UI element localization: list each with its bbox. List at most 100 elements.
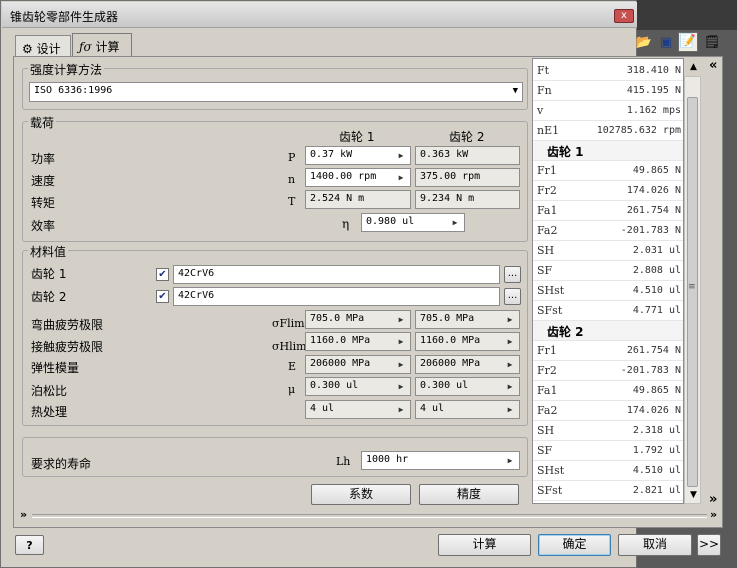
result-section-header[interactable]: 齿轮 1 — [533, 141, 683, 161]
factors-button[interactable]: 系数 — [311, 484, 411, 505]
result-row: Ft 318.410 N — [533, 61, 683, 81]
result-row: SFst 2.821 ul — [533, 481, 683, 501]
results-scrollbar[interactable]: ≡ — [684, 76, 701, 504]
arrow-right-icon[interactable]: ▶ — [393, 379, 409, 394]
required-life-input[interactable]: 1000 hr ▶ — [361, 451, 520, 470]
material-gear2-input[interactable]: 42CrV6 — [173, 287, 500, 306]
contact-limit-gear2-field[interactable]: 1160.0 MPa ▶ — [415, 332, 520, 351]
result-row: SH 2.318 ul — [533, 421, 683, 441]
arrow-right-icon[interactable]: ▶ — [393, 148, 409, 163]
poisson-label: 泊松比 — [31, 384, 68, 398]
loads-title: 载荷 — [28, 114, 57, 131]
scroll-up-icon[interactable]: ▲ — [690, 62, 697, 72]
result-name: SFst — [537, 304, 563, 317]
result-value: 174.026 N — [626, 405, 681, 416]
help-button[interactable]: ? — [15, 535, 44, 555]
result-section-header[interactable]: 齿轮 2 — [533, 321, 683, 341]
poisson-gear1-value: 0.300 ul — [310, 380, 359, 391]
result-name: Fr1 — [537, 344, 557, 357]
material-gear1-checkbox[interactable]: ✔ — [156, 268, 169, 281]
result-row: Fr2 174.026 N — [533, 181, 683, 201]
result-name: Fa2 — [537, 404, 558, 417]
material-gear2-label: 齿轮 2 — [31, 290, 67, 304]
scroll-down-icon[interactable]: ▼ — [690, 490, 697, 500]
title-bar[interactable]: 锥齿轮零部件生成器 x — [2, 2, 637, 28]
chevron-down-icon[interactable]: » — [20, 508, 27, 521]
materials-title: 材料值 — [28, 243, 69, 260]
torque-gear1-value: 2.524 N m — [310, 193, 365, 204]
contact-limit-gear1-field[interactable]: 1160.0 MPa ▶ — [305, 332, 411, 351]
tab-design[interactable]: ⚙ 设计 — [15, 35, 71, 57]
calculate-button[interactable]: 计算 — [438, 534, 531, 556]
elastic-modulus-gear1-field[interactable]: 206000 MPa ▶ — [305, 355, 411, 374]
poisson-symbol: μ — [288, 383, 296, 396]
scrollbar-thumb[interactable] — [687, 97, 698, 487]
poisson-gear1-field[interactable]: 0.300 ul ▶ — [305, 377, 411, 396]
efficiency-input[interactable]: 0.980 ul ▶ — [361, 213, 465, 232]
arrow-right-icon[interactable]: ▶ — [393, 334, 409, 349]
arrow-right-icon[interactable]: ▶ — [393, 357, 409, 372]
result-row: Fn 415.195 N — [533, 81, 683, 101]
arrow-right-icon[interactable]: ▶ — [502, 334, 518, 349]
tab-calculation[interactable]: ƒσ 计算 — [72, 33, 132, 57]
elastic-modulus-gear2-field[interactable]: 206000 MPa ▶ — [415, 355, 520, 374]
open-folder-icon[interactable]: 📂 — [634, 33, 654, 53]
collapse-panel-icon[interactable]: « — [709, 58, 717, 73]
ok-button[interactable]: 确定 — [538, 534, 611, 556]
tab-calculation-label: 计算 — [95, 40, 120, 54]
result-value: 2.821 ul — [632, 485, 681, 496]
chevron-down-icon[interactable]: » — [710, 508, 717, 521]
torque-gear2-field: 9.234 N m — [415, 190, 520, 209]
speed-gear1-input[interactable]: 1400.00 rpm ▶ — [305, 168, 411, 187]
result-name: v — [537, 104, 544, 117]
arrow-right-icon[interactable]: ▶ — [502, 357, 518, 372]
power-gear1-input[interactable]: 0.37 kW ▶ — [305, 146, 411, 165]
close-button[interactable]: x — [614, 9, 634, 23]
expand-panel-icon[interactable]: » — [709, 492, 717, 507]
material-gear1-input[interactable]: 42CrV6 — [173, 265, 500, 284]
bending-limit-gear2-field[interactable]: 705.0 MPa ▶ — [415, 310, 520, 329]
power-gear2-field: 0.363 kW — [415, 146, 520, 165]
background-window — [620, 0, 737, 30]
arrow-right-icon[interactable]: ▶ — [502, 402, 518, 417]
result-section-title: 齿轮 2 — [547, 325, 584, 339]
result-value: 2.031 ul — [632, 245, 681, 256]
poisson-gear2-field[interactable]: 0.300 ul ▶ — [415, 377, 520, 396]
bending-limit-label: 弯曲疲劳极限 — [31, 318, 104, 332]
material-gear2-browse-button[interactable]: ... — [504, 288, 521, 305]
heat-treatment-gear2-field[interactable]: 4 ul ▶ — [415, 400, 520, 419]
arrow-right-icon[interactable]: ▶ — [447, 215, 463, 230]
result-value: 261.754 N — [626, 345, 681, 356]
poisson-gear2-value: 0.300 ul — [420, 380, 469, 391]
required-life-symbol: Lh — [336, 455, 351, 468]
heat-treatment-gear1-field[interactable]: 4 ul ▶ — [305, 400, 411, 419]
arrow-right-icon[interactable]: ▶ — [502, 379, 518, 394]
strength-method-select[interactable]: ISO 6336:1996 ▼ — [29, 82, 523, 102]
material-gear2-value: 42CrV6 — [178, 290, 215, 301]
arrow-right-icon[interactable]: ▶ — [393, 312, 409, 327]
arrow-right-icon[interactable]: ▶ — [393, 170, 409, 185]
material-gear1-value: 42CrV6 — [178, 268, 215, 279]
arrow-right-icon[interactable]: ▶ — [502, 312, 518, 327]
cancel-button[interactable]: 取消 — [618, 534, 692, 556]
save-icon[interactable]: ▣ — [656, 33, 676, 53]
accuracy-button[interactable]: 精度 — [419, 484, 519, 505]
arrow-right-icon[interactable]: ▶ — [502, 453, 518, 468]
torque-label: 转矩 — [31, 196, 56, 210]
arrow-right-icon[interactable]: ▶ — [393, 402, 409, 417]
report-icon[interactable]: 🗒 — [702, 33, 722, 53]
material-gear2-checkbox[interactable]: ✔ — [156, 290, 169, 303]
strength-method-value: ISO 6336:1996 — [34, 85, 113, 96]
bending-limit-gear1-field[interactable]: 705.0 MPa ▶ — [305, 310, 411, 329]
efficiency-value: 0.980 ul — [366, 216, 415, 227]
notes-icon[interactable]: 📝 — [678, 32, 698, 52]
result-row: SHst 4.510 ul — [533, 461, 683, 481]
more-button[interactable]: >> — [697, 534, 721, 556]
result-name: Fr2 — [537, 184, 557, 197]
splitter[interactable] — [32, 514, 707, 518]
material-gear1-browse-button[interactable]: ... — [504, 266, 521, 283]
result-name: Fn — [537, 84, 552, 97]
result-value: 2.808 ul — [632, 265, 681, 276]
gear2-header: 齿轮 2 — [449, 130, 485, 144]
result-row: Fr1 49.865 N — [533, 161, 683, 181]
